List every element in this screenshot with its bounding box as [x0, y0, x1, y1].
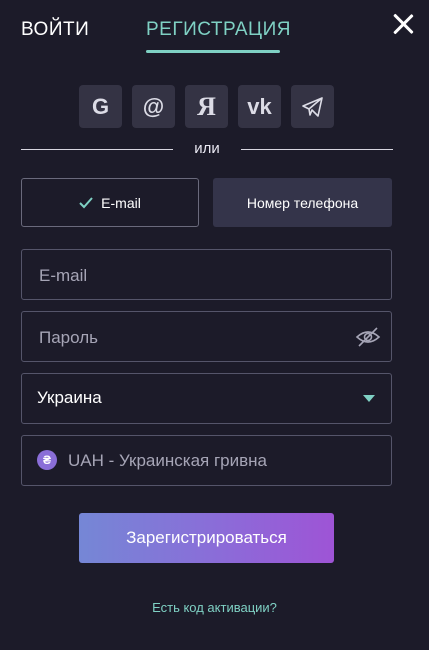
mail-button[interactable]: @ — [132, 85, 175, 128]
telegram-button[interactable] — [291, 85, 334, 128]
close-icon[interactable] — [389, 10, 417, 38]
hryvnia-icon: ₴ — [37, 450, 57, 470]
yandex-icon: Я — [197, 91, 216, 121]
checkmark-icon — [79, 196, 93, 208]
phone-mode-button[interactable]: Номер телефона — [213, 178, 392, 227]
vk-icon: vk — [247, 93, 272, 119]
registration-mode-switch: E-mail Номер телефона — [21, 178, 392, 229]
email-mode-label: E-mail — [101, 194, 141, 211]
telegram-icon — [301, 96, 323, 117]
email-mode-button[interactable]: E-mail — [21, 178, 199, 227]
password-field-box — [21, 311, 392, 363]
password-field[interactable] — [37, 312, 341, 363]
google-button[interactable]: G — [79, 85, 122, 128]
activation-code-link[interactable]: Есть код активации? — [0, 600, 429, 615]
eye-hidden-icon[interactable] — [355, 326, 381, 348]
divider-line-right — [241, 149, 393, 150]
register-button[interactable]: Зарегистрироваться — [79, 513, 334, 563]
at-sign-icon: @ — [142, 93, 165, 119]
chevron-down-icon — [363, 395, 375, 402]
auth-tabs: ВОЙТИ РЕГИСТРАЦИЯ — [0, 0, 429, 60]
tab-login[interactable]: ВОЙТИ — [21, 19, 89, 41]
active-tab-indicator — [146, 50, 280, 53]
country-select[interactable]: Украина — [21, 373, 392, 424]
email-field-box — [21, 249, 392, 301]
currency-field[interactable]: ₴ UAH - Украинская гривна — [21, 435, 392, 486]
currency-value: UAH - Украинская гривна — [68, 451, 267, 470]
email-field[interactable] — [37, 250, 341, 301]
country-value: Украина — [37, 388, 102, 407]
google-icon: G — [91, 93, 110, 119]
vk-button[interactable]: vk — [238, 85, 281, 128]
tab-register[interactable]: РЕГИСТРАЦИЯ — [146, 19, 291, 41]
phone-mode-label: Номер телефона — [246, 194, 359, 211]
or-divider: или — [21, 140, 393, 160]
yandex-button[interactable]: Я — [185, 85, 228, 128]
social-login-row: G @ Я vk — [79, 85, 334, 128]
